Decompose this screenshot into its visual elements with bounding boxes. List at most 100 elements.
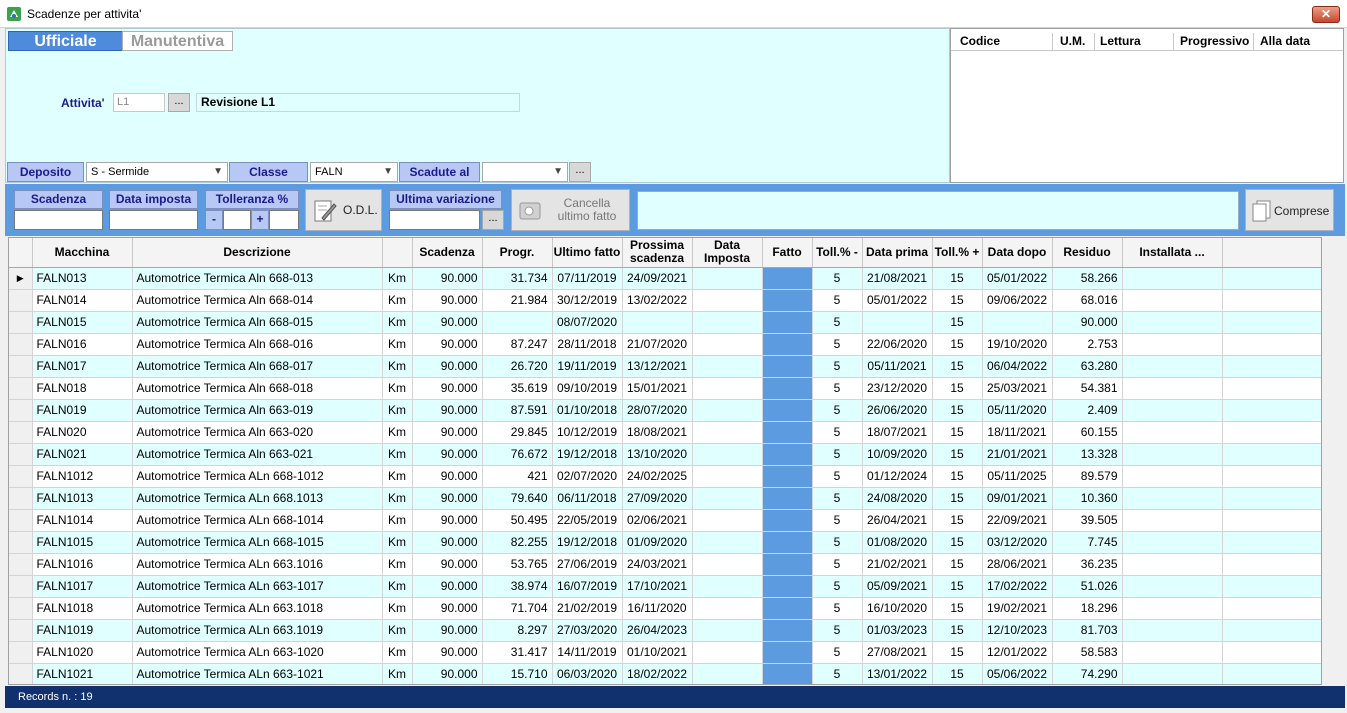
header-scadenza[interactable]: Scadenza: [412, 238, 483, 268]
table-row[interactable]: FALN1015 Automotrice Termica ALn 668-1015…: [9, 531, 1321, 554]
table-row[interactable]: FALN014 Automotrice Termica Aln 668-014 Km…: [9, 289, 1321, 312]
cell-toll-plus: 15: [932, 465, 983, 488]
cell-fatto[interactable]: [762, 641, 813, 664]
cell-fatto[interactable]: [762, 663, 813, 684]
tolleranza-minus-button[interactable]: -: [205, 210, 223, 230]
row-indicator[interactable]: [9, 531, 33, 554]
cell-fatto[interactable]: [762, 267, 813, 290]
cell-descrizione: Automotrice Termica Aln 668-018: [132, 377, 383, 400]
row-indicator[interactable]: [9, 663, 33, 684]
cell-fatto[interactable]: [762, 421, 813, 444]
row-indicator[interactable]: [9, 289, 33, 312]
cell-data-prima: 21/02/2021: [862, 553, 933, 576]
header-fatto[interactable]: Fatto: [762, 238, 813, 268]
cancella-ultimo-fatto-button[interactable]: Cancella ultimo fatto: [511, 189, 630, 231]
current-row-arrow-icon[interactable]: ▶: [9, 267, 33, 290]
table-row[interactable]: FALN015 Automotrice Termica Aln 668-015 Km…: [9, 311, 1321, 334]
odl-button[interactable]: O.D.L.: [305, 189, 382, 231]
table-row[interactable]: FALN020 Automotrice Termica Aln 663-020 Km…: [9, 421, 1321, 444]
table-row[interactable]: FALN016 Automotrice Termica Aln 668-016 Km…: [9, 333, 1321, 356]
row-indicator[interactable]: [9, 465, 33, 488]
deposito-select[interactable]: S - Sermide ▼: [86, 162, 228, 182]
table-row[interactable]: FALN1021 Automotrice Termica ALn 663-1021…: [9, 663, 1321, 684]
scadenza-input[interactable]: [14, 210, 103, 230]
header-prossima-scadenza[interactable]: Prossima scadenza: [622, 238, 693, 268]
row-indicator[interactable]: [9, 421, 33, 444]
row-indicator[interactable]: [9, 311, 33, 334]
cell-fatto[interactable]: [762, 399, 813, 422]
cell-residuo: 7.745: [1052, 531, 1123, 554]
header-data-dopo[interactable]: Data dopo: [982, 238, 1053, 268]
table-row[interactable]: FALN1013 Automotrice Termica ALn 668.1013…: [9, 487, 1321, 510]
header-ultimo-fatto[interactable]: Ultimo fatto: [552, 238, 623, 268]
scadute-date-select[interactable]: ▼: [482, 162, 568, 182]
header-um[interactable]: [382, 238, 413, 268]
table-row[interactable]: ▶ FALN013 Automotrice Termica Aln 668-013 K…: [9, 267, 1321, 290]
row-indicator[interactable]: [9, 553, 33, 576]
tolleranza-input[interactable]: [223, 210, 251, 230]
table-row[interactable]: FALN1012 Automotrice Termica ALn 668-1012…: [9, 465, 1321, 488]
cell-fatto[interactable]: [762, 597, 813, 620]
table-row[interactable]: FALN1016 Automotrice Termica ALn 663.1016…: [9, 553, 1321, 576]
attivita-code-field[interactable]: L1: [113, 93, 165, 112]
cell-fatto[interactable]: [762, 377, 813, 400]
cell-fatto[interactable]: [762, 311, 813, 334]
cell-fatto[interactable]: [762, 465, 813, 488]
table-row[interactable]: FALN017 Automotrice Termica Aln 668-017 Km…: [9, 355, 1321, 378]
table-row[interactable]: FALN1014 Automotrice Termica ALn 668-1014…: [9, 509, 1321, 532]
header-toll-minus[interactable]: Toll.% -: [812, 238, 863, 268]
table-row[interactable]: FALN1019 Automotrice Termica ALn 663.1019…: [9, 619, 1321, 642]
row-indicator[interactable]: [9, 597, 33, 620]
table-row[interactable]: FALN1018 Automotrice Termica ALn 663.1018…: [9, 597, 1321, 620]
header-toll-plus[interactable]: Toll.% +: [932, 238, 983, 268]
row-indicator[interactable]: [9, 443, 33, 466]
close-button[interactable]: ✕: [1312, 6, 1340, 23]
scadute-browse-button[interactable]: ...: [569, 162, 591, 182]
row-indicator[interactable]: [9, 355, 33, 378]
header-descrizione[interactable]: Descrizione: [132, 238, 383, 268]
header-data-imposta[interactable]: Data Imposta: [692, 238, 763, 268]
cell-fatto[interactable]: [762, 487, 813, 510]
table-row[interactable]: FALN1017 Automotrice Termica ALn 663-1017…: [9, 575, 1321, 598]
tab-manutentiva[interactable]: Manutentiva: [122, 31, 233, 51]
cell-fatto[interactable]: [762, 575, 813, 598]
tolleranza-plus-button[interactable]: +: [251, 210, 269, 230]
cell-fatto[interactable]: [762, 553, 813, 576]
cell-fatto[interactable]: [762, 619, 813, 642]
ultima-variazione-browse-button[interactable]: ...: [482, 210, 504, 230]
cell-fatto[interactable]: [762, 333, 813, 356]
row-indicator[interactable]: [9, 487, 33, 510]
row-indicator[interactable]: [9, 619, 33, 642]
header-data-prima[interactable]: Data prima: [862, 238, 933, 268]
ultima-variazione-input[interactable]: [389, 210, 480, 230]
cell-installata: [1122, 465, 1223, 488]
cell-residuo: 36.235: [1052, 553, 1123, 576]
header-residuo[interactable]: Residuo: [1052, 238, 1123, 268]
table-row[interactable]: FALN021 Automotrice Termica Aln 663-021 Km…: [9, 443, 1321, 466]
row-indicator[interactable]: [9, 641, 33, 664]
cell-fatto[interactable]: [762, 531, 813, 554]
table-row[interactable]: FALN019 Automotrice Termica Aln 663-019 Km…: [9, 399, 1321, 422]
notes-field[interactable]: [637, 191, 1239, 230]
table-row[interactable]: FALN1020 Automotrice Termica ALn 663-1020…: [9, 641, 1321, 664]
attivita-browse-button[interactable]: ...: [168, 93, 190, 112]
row-indicator[interactable]: [9, 509, 33, 532]
comprese-button[interactable]: Comprese: [1245, 189, 1334, 231]
cell-fatto[interactable]: [762, 289, 813, 312]
row-indicator[interactable]: [9, 399, 33, 422]
row-indicator[interactable]: [9, 333, 33, 356]
row-indicator[interactable]: [9, 575, 33, 598]
data-imposta-input[interactable]: [109, 210, 198, 230]
cell-fatto[interactable]: [762, 443, 813, 466]
header-progr[interactable]: Progr.: [482, 238, 553, 268]
cell-fatto[interactable]: [762, 355, 813, 378]
classe-select[interactable]: FALN ▼: [310, 162, 398, 182]
row-indicator[interactable]: [9, 377, 33, 400]
tab-ufficiale[interactable]: Ufficiale: [8, 31, 123, 51]
header-macchina[interactable]: Macchina: [32, 238, 133, 268]
header-installata[interactable]: Installata ...: [1122, 238, 1223, 268]
tolleranza-extra-input[interactable]: [269, 210, 299, 230]
table-row[interactable]: FALN018 Automotrice Termica Aln 668-018 Km…: [9, 377, 1321, 400]
cell-fatto[interactable]: [762, 509, 813, 532]
cell-ultimo-fatto: 16/07/2019: [552, 575, 623, 598]
